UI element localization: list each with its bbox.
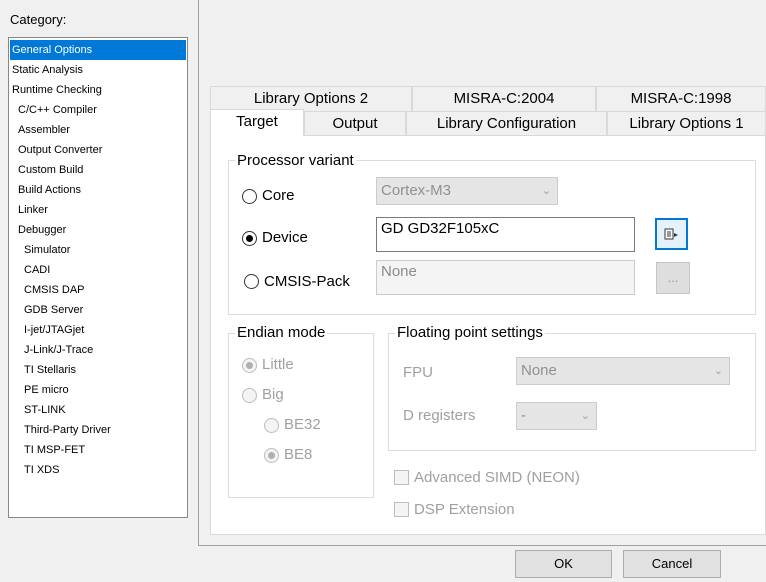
category-item[interactable]: TI Stellaris (10, 360, 186, 380)
chevron-down-icon: ⌄ (713, 365, 723, 377)
core-radio[interactable] (242, 189, 257, 204)
category-list[interactable]: General Options Static Analysis Runtime Ch… (8, 37, 188, 518)
endian-mode-title: Endian mode (235, 324, 328, 342)
chevron-down-icon: ⌄ (541, 185, 551, 197)
big-endian-radio[interactable] (242, 388, 257, 403)
cmsis-pack-field: None (376, 260, 635, 295)
be8-label: BE8 (284, 446, 313, 463)
category-item[interactable]: Output Converter (10, 140, 186, 160)
cmsis-pack-radio[interactable] (244, 274, 259, 289)
device-radio[interactable] (242, 231, 257, 246)
category-item[interactable]: TI XDS (10, 460, 186, 480)
category-item[interactable]: Static Analysis (10, 60, 186, 80)
be8-radio[interactable] (264, 448, 279, 463)
cancel-button[interactable]: Cancel (623, 550, 721, 578)
category-item[interactable]: GDB Server (10, 300, 186, 320)
tab-library-configuration[interactable]: Library Configuration (406, 111, 607, 136)
tab-target[interactable]: Target (210, 109, 304, 136)
category-item[interactable]: Linker (10, 200, 186, 220)
cmsis-browse-button: ... (656, 262, 690, 294)
floating-point-title: Floating point settings (395, 324, 545, 342)
category-item[interactable]: Assembler (10, 120, 186, 140)
little-endian-radio[interactable] (242, 358, 257, 373)
be32-radio[interactable] (264, 418, 279, 433)
core-label: Core (262, 187, 295, 204)
category-label: Category: (10, 12, 67, 27)
category-item[interactable]: Debugger (10, 220, 186, 240)
d-registers-combo[interactable]: - ⌄ (516, 402, 597, 430)
device-select-icon (664, 228, 678, 240)
category-item[interactable]: Third-Party Driver (10, 420, 186, 440)
category-item[interactable]: CADI (10, 260, 186, 280)
neon-label: Advanced SIMD (NEON) (414, 469, 580, 486)
little-endian-label: Little (262, 356, 294, 373)
ok-button[interactable]: OK (515, 550, 612, 578)
category-item[interactable]: J-Link/J-Trace (10, 340, 186, 360)
fpu-combo[interactable]: None ⌄ (516, 357, 730, 385)
tab-library-options-2[interactable]: Library Options 2 (210, 86, 412, 111)
dsp-label: DSP Extension (414, 501, 515, 518)
device-select-button[interactable] (655, 218, 688, 250)
floating-point-group (388, 333, 756, 451)
category-item[interactable]: General Options (10, 40, 186, 60)
category-item[interactable]: CMSIS DAP (10, 280, 186, 300)
tab-misra-c-1998[interactable]: MISRA-C:1998 (596, 86, 766, 111)
tab-output[interactable]: Output (304, 111, 406, 136)
category-item[interactable]: Build Actions (10, 180, 186, 200)
processor-variant-title: Processor variant (235, 152, 356, 170)
category-item[interactable]: PE micro (10, 380, 186, 400)
dsp-checkbox[interactable] (394, 502, 409, 517)
category-item[interactable]: TI MSP-FET (10, 440, 186, 460)
category-item[interactable]: Runtime Checking (10, 80, 186, 100)
core-value: Cortex-M3 (381, 182, 452, 199)
big-endian-label: Big (262, 386, 284, 403)
chevron-down-icon: ⌄ (580, 410, 590, 422)
d-registers-value: - (521, 407, 526, 424)
be32-label: BE32 (284, 416, 321, 433)
fpu-label: FPU (403, 364, 433, 381)
neon-checkbox[interactable] (394, 470, 409, 485)
device-field[interactable]: GD GD32F105xC (376, 217, 635, 252)
category-item[interactable]: Custom Build (10, 160, 186, 180)
category-item[interactable]: Simulator (10, 240, 186, 260)
tab-misra-c-2004[interactable]: MISRA-C:2004 (412, 86, 596, 111)
d-registers-label: D registers (403, 407, 476, 424)
fpu-value: None (521, 362, 557, 379)
category-item[interactable]: I-jet/JTAGjet (10, 320, 186, 340)
category-item[interactable]: ST-LINK (10, 400, 186, 420)
tab-library-options-1[interactable]: Library Options 1 (607, 111, 766, 136)
device-label: Device (262, 229, 308, 246)
category-item[interactable]: C/C++ Compiler (10, 100, 186, 120)
cmsis-pack-label: CMSIS-Pack (264, 273, 350, 290)
core-combo[interactable]: Cortex-M3 ⌄ (376, 177, 558, 205)
